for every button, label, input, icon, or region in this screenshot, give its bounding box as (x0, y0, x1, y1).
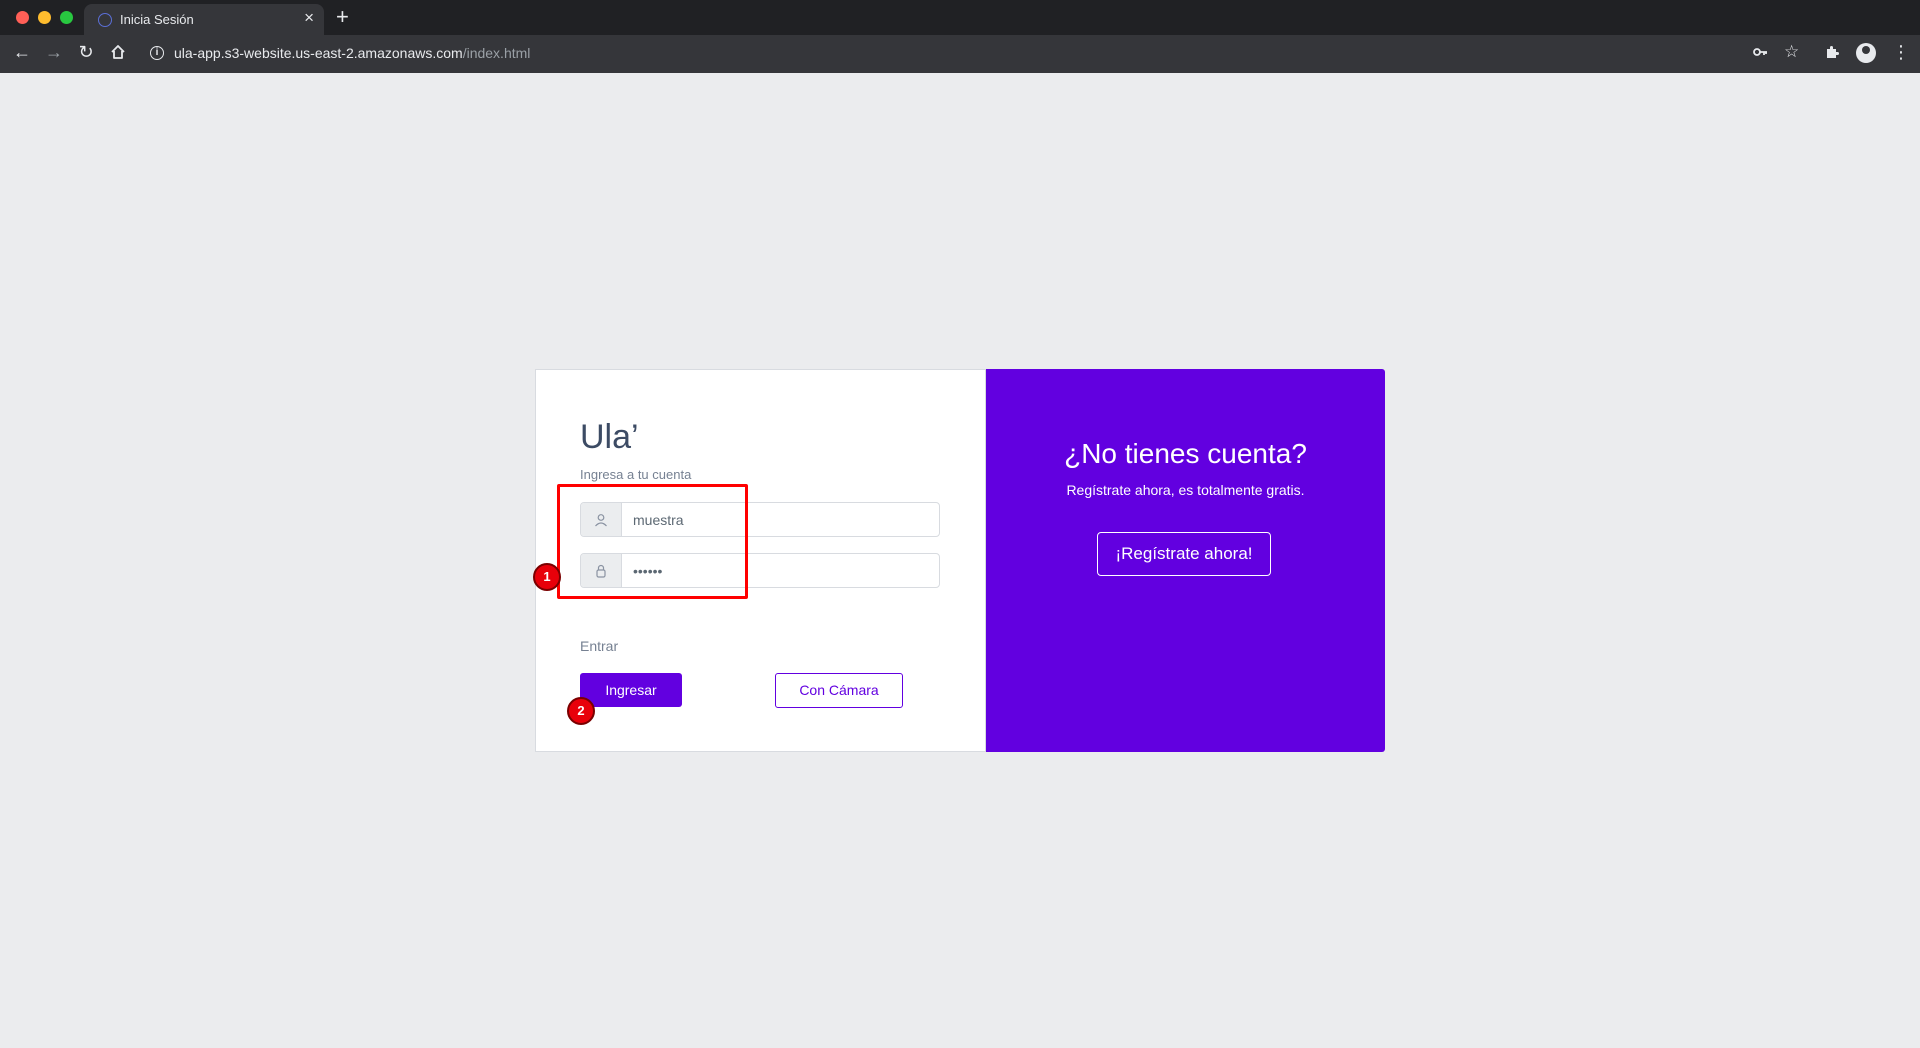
home-icon[interactable] (104, 38, 132, 66)
info-icon[interactable]: i (150, 46, 164, 60)
window-maximize-button[interactable] (60, 11, 73, 24)
url-text[interactable]: ula-app.s3-website.us-east-2.amazonaws.c… (174, 45, 530, 61)
brand-title: Ula’ (580, 418, 639, 456)
profile-icon[interactable] (1856, 43, 1876, 63)
ingresar-button[interactable]: Ingresar (580, 673, 682, 707)
back-arrow-icon[interactable]: ← (8, 38, 36, 66)
annotation-badge-2: 2 (567, 697, 595, 725)
forward-arrow-icon[interactable]: → (40, 38, 68, 66)
register-now-button[interactable]: ¡Regístrate ahora! (1097, 532, 1271, 576)
tab-title: Inicia Sesión (120, 12, 194, 27)
window-close-button[interactable] (16, 11, 29, 24)
promo-title: ¿No tienes cuenta? (1064, 438, 1307, 469)
register-promo-card: ¿No tienes cuenta? Regístrate ahora, es … (986, 369, 1385, 752)
key-icon[interactable] (1752, 40, 1768, 68)
new-tab-button[interactable]: + (336, 4, 349, 30)
url-path: /index.html (462, 45, 531, 61)
window-minimize-button[interactable] (38, 11, 51, 24)
star-icon[interactable]: ☆ (1784, 40, 1799, 64)
browser-tab[interactable]: Inicia Sesión × (84, 4, 324, 35)
annotation-badge-1: 1 (533, 563, 561, 591)
camera-login-button[interactable]: Con Cámara (775, 673, 903, 708)
tab-close-icon[interactable]: × (304, 9, 314, 26)
browser-tabstrip: Inicia Sesión × + (0, 0, 1920, 35)
browser-toolbar: ← → ↻ i ula-app.s3-website.us-east-2.ama… (0, 35, 1920, 73)
login-subtitle: Ingresa a tu cuenta (580, 467, 692, 482)
annotation-highlight-box (557, 484, 748, 599)
entrar-label: Entrar (580, 638, 619, 654)
kebab-menu-icon[interactable]: ⋮ (1892, 40, 1910, 64)
address-bar[interactable]: i ula-app.s3-website.us-east-2.amazonaws… (140, 38, 1740, 68)
url-host: ula-app.s3-website.us-east-2.amazonaws.c… (174, 45, 463, 61)
puzzle-icon[interactable] (1824, 40, 1840, 68)
tab-favicon-icon (98, 13, 112, 27)
promo-text: Regístrate ahora, es totalmente gratis. (1066, 482, 1305, 498)
reload-icon[interactable]: ↻ (72, 38, 100, 66)
